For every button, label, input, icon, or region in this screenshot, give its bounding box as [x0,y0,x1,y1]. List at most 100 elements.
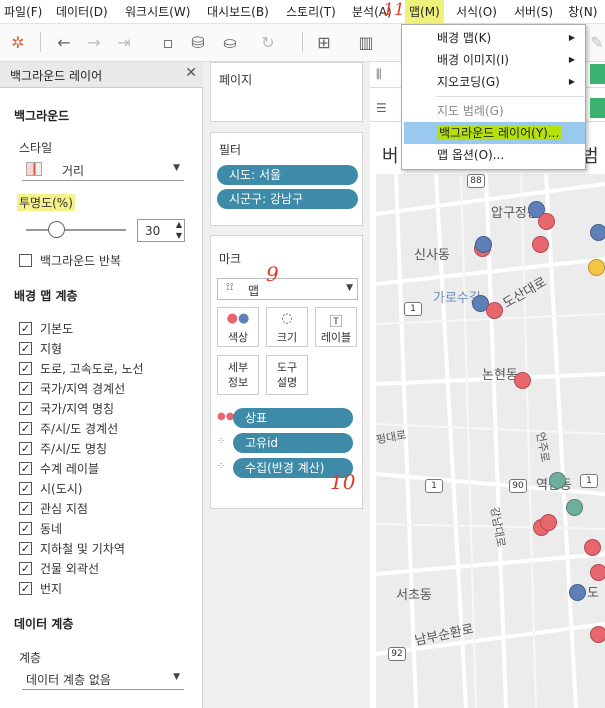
map-point[interactable] [538,213,555,230]
map-view[interactable]: 압구정동 신사동 가로수길 도산대로 논현동 펑대로 서초동 남부순환로 강남대… [376,174,605,708]
map-point[interactable] [590,626,605,643]
shelf-pill[interactable] [590,98,605,118]
map-point[interactable] [584,539,601,556]
map-point[interactable] [590,224,605,241]
opacity-slider-track[interactable] [26,229,126,231]
map-point[interactable] [475,236,492,253]
map-mark-icon: ⟟⟟ [226,282,234,293]
repeat-checkbox[interactable] [19,254,32,267]
new-datasource-icon[interactable]: ⛁ [186,30,210,54]
size-button[interactable]: ◌ 크기 [266,307,308,347]
tableau-logo-icon[interactable]: ✲ [6,30,30,54]
map-point[interactable] [569,584,586,601]
layer-checkbox[interactable]: ✓ [19,342,32,355]
layer-checkbox[interactable]: ✓ [19,502,32,515]
marks-title: 마크 [219,252,242,266]
layer-checkbox[interactable]: ✓ [19,402,32,415]
menu-story[interactable]: 스토리(T) [286,0,336,24]
data-layer-value: 데이터 계층 없음 [26,673,111,687]
layer-checkbox[interactable]: ✓ [19,482,32,495]
layer-checkbox[interactable]: ✓ [19,442,32,455]
menu-data[interactable]: 데이터(D) [56,0,108,24]
pen-icon[interactable]: ✎ [585,30,605,54]
layer-checkbox[interactable]: ✓ [19,522,32,535]
map-point[interactable] [588,259,605,276]
opacity-input[interactable]: 30 ▲ ▼ [137,219,185,242]
tooltip-button[interactable]: 도구 설명 [266,355,308,395]
menu-dashboard[interactable]: 대시보드(B) [207,0,269,24]
map-label: 도 [587,586,599,601]
map-point[interactable] [540,514,557,531]
layer-checkbox[interactable]: ✓ [19,542,32,555]
map-label: 논현동 [482,368,518,383]
back-icon[interactable]: ← [52,30,76,54]
layer-checkbox[interactable]: ✓ [19,322,32,335]
chevron-down-icon: ▼ [173,672,180,682]
layer-checkbox[interactable]: ✓ [19,362,32,375]
menu-item-geocoding[interactable]: 지오코딩(G) ▶ [404,71,585,93]
layer-label: 건물 외곽선 [40,562,100,576]
layer-label: 시(도시) [40,482,83,496]
menu-file[interactable]: 파일(F) [4,0,42,24]
background-section-title: 백그라운드 [14,109,70,123]
new-worksheet-icon[interactable]: ⊞ [312,30,336,54]
mark-field-pill[interactable]: 고유id [233,433,353,453]
style-value: 거리 [62,164,85,178]
label-button[interactable]: 🅃 레이블 [315,307,357,347]
layer-checkbox[interactable]: ✓ [19,562,32,575]
opacity-slider-thumb[interactable] [48,221,65,238]
pages-card[interactable]: 페이지 [210,62,363,122]
menu-window[interactable]: 창(N) [568,0,597,24]
style-dropdown[interactable]: 거리 ▼ [22,159,184,181]
map-point[interactable] [549,472,566,489]
spin-down-icon[interactable]: ▼ [176,231,182,241]
menu-item-map-options[interactable]: 맵 옵션(O)... [404,144,585,166]
filters-card[interactable]: 필터 시도: 서울 시군구: 강남구 [210,132,363,226]
detail-button[interactable]: 세부 정보 [217,355,259,395]
color-button[interactable]: ●● 색상 [217,307,259,347]
layer-label: 주/시/도 경계선 [40,422,119,436]
menu-item-background-image[interactable]: 배경 이미지(I) ▶ [404,49,585,71]
pages-title: 페이지 [219,73,253,87]
mark-field-pill[interactable]: 상표 [233,408,353,428]
filter-pill[interactable]: 시군구: 강남구 [217,189,358,209]
mark-type-dropdown[interactable]: ⟟⟟ 맵 ▼ [217,278,358,300]
annotation-9: 9 [266,262,279,286]
menu-worksheet[interactable]: 워크시트(W) [125,0,190,24]
spin-up-icon[interactable]: ▲ [176,220,182,230]
layers-section-title: 배경 맵 계층 [14,289,78,303]
filter-pill[interactable]: 시도: 서울 [217,165,358,185]
map-point[interactable] [486,302,503,319]
annotation-10: 10 [330,470,356,494]
forward-icon[interactable]: → [82,30,106,54]
menu-map[interactable]: 맵(M) [405,0,444,24]
map-point[interactable] [514,372,531,389]
datasource-icon[interactable]: ⛀ [218,30,242,54]
layer-checkbox[interactable]: ✓ [19,422,32,435]
menu-item-background-layers[interactable]: 백그라운드 레이어(Y)... [404,122,585,144]
menu-item-background-map[interactable]: 배경 맵(K) ▶ [404,27,585,49]
style-label: 스타일 [19,141,53,155]
redo-icon[interactable]: ⇥ [112,30,136,54]
opacity-label: 투명도(%) [17,194,75,211]
menu-format[interactable]: 서식(O) [456,0,497,24]
close-icon[interactable]: ✕ [185,65,197,81]
mark-type-value: 맵 [248,284,260,298]
toolbar-separator [302,32,303,52]
layer-checkbox[interactable]: ✓ [19,382,32,395]
map-point[interactable] [532,236,549,253]
shelf-pill[interactable] [590,64,605,84]
layer-checkbox[interactable]: ✓ [19,462,32,475]
layer-checkbox[interactable]: ✓ [19,582,32,595]
layer-label: 기본도 [40,322,74,336]
save-icon[interactable]: ▫ [156,30,180,54]
data-layer-dropdown[interactable]: 데이터 계층 없음 ▼ [22,668,184,690]
refresh-icon[interactable]: ↻ [256,30,280,54]
map-point[interactable] [590,564,605,581]
toolbar-separator [40,32,41,52]
menu-server[interactable]: 서버(S) [514,0,553,24]
map-label: 신사동 [414,248,450,263]
map-point[interactable] [566,499,583,516]
annotation-11: 11 [383,0,405,20]
chart-icon[interactable]: ▥ [354,30,378,54]
